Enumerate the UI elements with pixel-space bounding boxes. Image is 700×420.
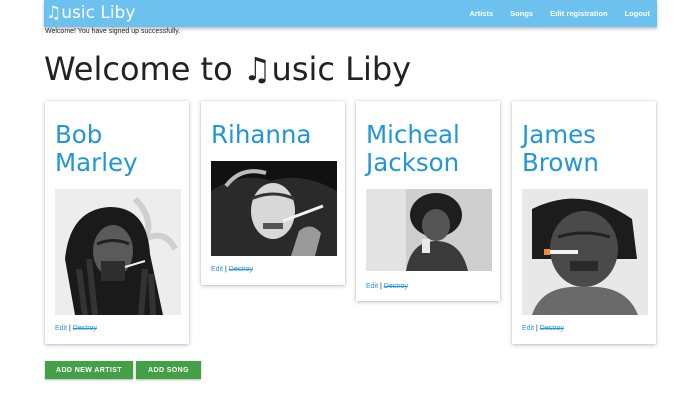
artist-photo <box>211 161 337 256</box>
artist-photo <box>522 189 648 315</box>
artist-card: Bob Marley Edit | Destroy <box>45 101 189 344</box>
separator: | <box>380 283 382 290</box>
artist-card: Rihanna Edit | Destroy <box>201 101 345 285</box>
brand-logo[interactable]: ♫usic Liby <box>46 3 135 23</box>
artist-actions: Edit | Destroy <box>211 266 253 273</box>
nav-link-edit-registration[interactable]: Edit registration <box>550 9 608 18</box>
flash-notice: Welcome! You have signed up successfully… <box>45 28 181 35</box>
artist-name[interactable]: Rihanna <box>211 121 337 149</box>
artist-photo <box>55 189 181 315</box>
separator: | <box>225 266 227 273</box>
edit-link[interactable]: Edit <box>366 283 378 290</box>
nav-links: Artists Songs Edit registration Logout <box>452 0 650 27</box>
edit-link[interactable]: Edit <box>211 266 223 273</box>
destroy-link[interactable]: Destroy <box>229 266 253 273</box>
nav-link-songs[interactable]: Songs <box>510 9 533 18</box>
artist-actions: Edit | Destroy <box>55 325 97 332</box>
brand-text: usic Liby <box>61 3 136 23</box>
music-note-icon: ♫ <box>242 50 272 88</box>
separator: | <box>536 325 538 332</box>
artist-name[interactable]: James Brown <box>522 121 642 177</box>
music-note-icon: ♫ <box>46 3 62 23</box>
artist-name[interactable]: Bob Marley <box>55 121 175 177</box>
add-song-button[interactable]: ADD SONG <box>136 361 201 379</box>
nav-link-logout[interactable]: Logout <box>625 9 650 18</box>
page-title-brand: usic Liby <box>271 50 412 88</box>
navbar: ♫usic Liby Artists Songs Edit registrati… <box>44 0 657 27</box>
nav-link-artists[interactable]: Artists <box>469 9 493 18</box>
artist-card: James Brown Edit | Destroy <box>512 101 656 344</box>
page-title: Welcome to ♫usic Liby <box>44 50 411 88</box>
artist-actions: Edit | Destroy <box>366 283 408 290</box>
artist-card: Micheal Jackson Edit | Destroy <box>356 101 500 301</box>
destroy-link[interactable]: Destroy <box>73 325 97 332</box>
destroy-link[interactable]: Destroy <box>540 325 564 332</box>
edit-link[interactable]: Edit <box>55 325 67 332</box>
artist-photo <box>366 189 492 271</box>
page-title-prefix: Welcome to <box>44 50 233 88</box>
edit-link[interactable]: Edit <box>522 325 534 332</box>
destroy-link[interactable]: Destroy <box>384 283 408 290</box>
separator: | <box>69 325 71 332</box>
artist-name[interactable]: Micheal Jackson <box>366 121 492 177</box>
artist-actions: Edit | Destroy <box>522 325 564 332</box>
add-new-artist-button[interactable]: ADD NEW ARTIST <box>45 361 133 379</box>
